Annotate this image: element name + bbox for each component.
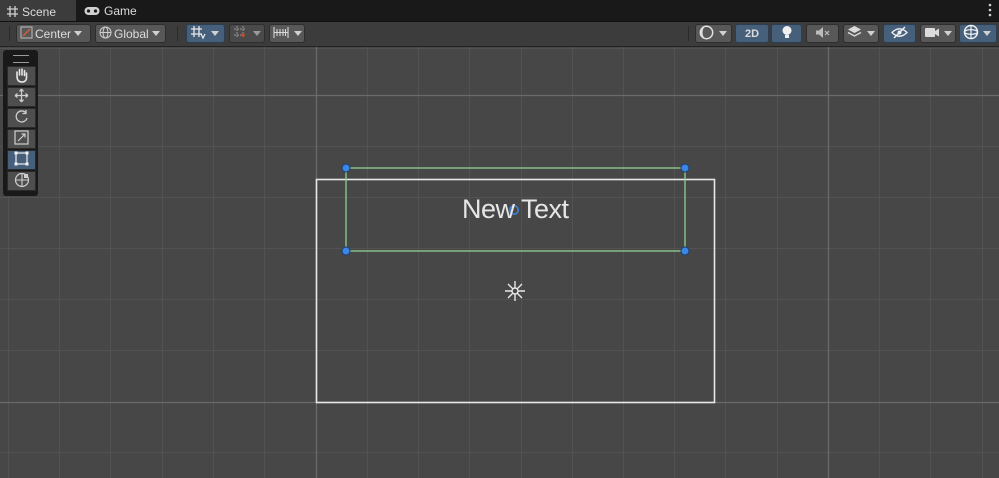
palette-drag-handle[interactable]	[13, 55, 29, 63]
rect-transform-icon	[14, 151, 29, 169]
rotate-tool-button[interactable]	[7, 108, 36, 128]
canvas-gizmo-icon	[505, 281, 525, 301]
hand-tool-button[interactable]	[7, 66, 36, 86]
hand-icon	[14, 67, 29, 86]
move-arrows-icon	[14, 88, 29, 106]
rect-tool-button[interactable]	[7, 150, 36, 170]
tool-palette	[3, 50, 38, 196]
rotate-icon	[14, 109, 29, 127]
scale-icon	[14, 130, 29, 148]
transform-tool-button[interactable]	[7, 171, 36, 191]
transform-gizmo-icon	[14, 172, 30, 191]
unity-scene-window: Scene Game Center Global 2D New Text	[0, 0, 999, 478]
move-tool-button[interactable]	[7, 87, 36, 107]
scale-tool-button[interactable]	[7, 129, 36, 149]
new-text-object[interactable]: New Text	[462, 194, 569, 225]
scene-gizmos	[315, 163, 716, 404]
